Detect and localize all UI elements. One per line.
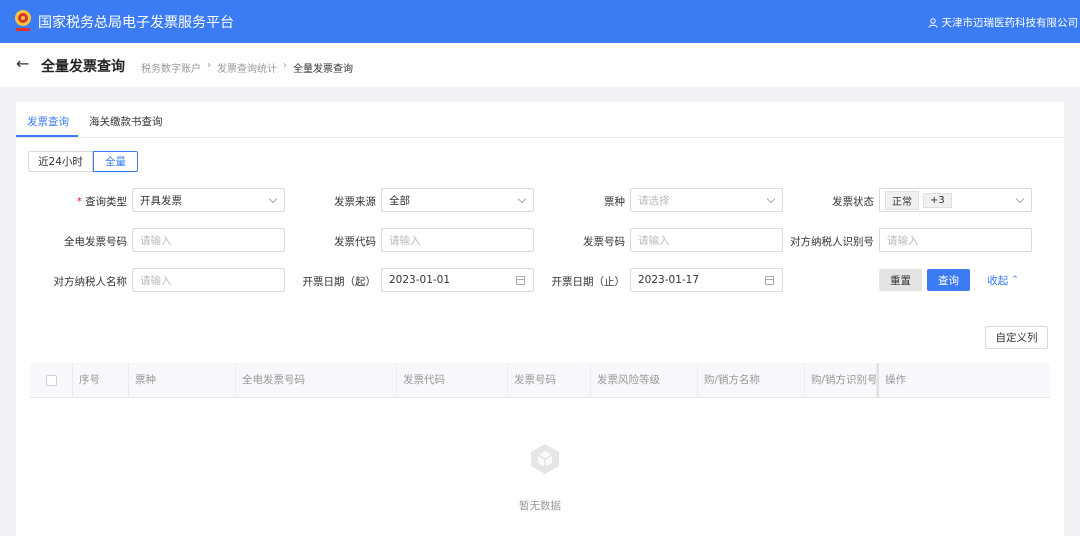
tab-customs-payment-query[interactable]: 海关缴款书查询 [89, 114, 163, 129]
breadcrumb-current: 全量发票查询 [293, 64, 353, 75]
breadcrumb-item[interactable]: 发票查询统计 [217, 60, 277, 75]
user-company-name: 天津市迈瑞医药科技有限公司 [941, 17, 1079, 29]
invoice-no-input[interactable]: 请输入 [630, 228, 783, 252]
page-header: ← 全量发票查询 税务数字账户 › 发票查询统计 › 全量发票查询 [0, 43, 1080, 87]
empty-state-text: 暂无数据 [519, 500, 561, 512]
query-type-label: * 查询类型 [16, 194, 127, 209]
query-button[interactable]: 查询 [927, 269, 970, 291]
app-title: 国家税务总局电子发票服务平台 [38, 15, 234, 31]
column-header: 发票风险等级 [591, 363, 698, 398]
invoice-code-input[interactable]: 请输入 [381, 228, 534, 252]
ticket-type-placeholder: 请选择 [638, 194, 670, 207]
column-header: 全电发票号码 [236, 363, 397, 398]
breadcrumb-item[interactable]: 税务数字账户 [141, 60, 201, 75]
counter-taxid-input[interactable]: 请输入 [879, 228, 1032, 252]
date-to-value: 2023-01-17 [638, 274, 700, 286]
date-to-label: 开票日期（止） [551, 276, 626, 288]
custom-columns-button[interactable]: 自定义列 [985, 326, 1048, 349]
breadcrumb-separator-icon: › [207, 60, 211, 71]
breadcrumb-separator-icon: › [283, 60, 287, 71]
full-invoice-no-label: 全电发票号码 [64, 236, 127, 248]
active-tab-indicator [16, 135, 78, 137]
query-type-value: 开具发票 [140, 194, 182, 207]
column-header: 发票号码 [508, 363, 591, 398]
chevron-up-icon: ⌃ [1011, 275, 1019, 285]
date-from-label: 开票日期（起） [302, 276, 377, 288]
page-title: 全量发票查询 [41, 59, 125, 75]
column-header: 购/销方名称 [698, 363, 805, 398]
counter-taxid-label: 对方纳税人识别号 [790, 236, 874, 248]
date-from-value: 2023-01-01 [389, 274, 451, 286]
user-menu[interactable]: 天津市迈瑞医药科技有限公司 [928, 15, 1079, 30]
column-header: 票种 [129, 363, 236, 398]
query-type-label-text: 查询类型 [85, 196, 127, 208]
calendar-icon [765, 276, 774, 285]
date-from-picker[interactable]: 2023-01-01 [381, 268, 534, 292]
status-multiselect[interactable]: 正常 +3 [879, 188, 1032, 212]
top-bar: 国家税务总局电子发票服务平台 天津市迈瑞医药科技有限公司 [0, 0, 1080, 43]
ticket-type-select[interactable]: 请选择 [630, 188, 783, 212]
status-tag: 正常 [885, 190, 919, 210]
invoice-no-label: 发票号码 [583, 236, 625, 248]
column-header: 发票代码 [397, 363, 508, 398]
breadcrumb: 税务数字账户 › 发票查询统计 › 全量发票查询 [141, 60, 353, 75]
ticket-type-label: 票种 [604, 196, 625, 208]
source-label: 发票来源 [334, 196, 376, 208]
source-value: 全部 [389, 194, 410, 207]
counter-name-label: 对方纳税人名称 [53, 276, 128, 288]
table-header: 序号 票种 全电发票号码 发票代码 发票号码 发票风险等级 购/销方名称 购/销… [30, 363, 1050, 398]
empty-box-icon [531, 444, 559, 474]
collapse-label: 收起 [987, 274, 1009, 287]
required-mark: * [76, 196, 82, 208]
select-all-checkbox[interactable] [46, 375, 57, 386]
invoice-code-label: 发票代码 [334, 236, 376, 248]
tab-bar: 发票查询 海关缴款书查询 [16, 102, 1064, 138]
column-header: 购/销方识别号 [805, 363, 877, 398]
select-all-cell [30, 363, 73, 398]
collapse-button[interactable]: 收起 ⌃ [981, 269, 1025, 291]
tax-emblem-icon [15, 10, 31, 31]
main-panel: 发票查询 海关缴款书查询 近24小时 全量 * 查询类型 开具发票 发票来源 全部… [16, 102, 1064, 536]
range-all[interactable]: 全量 [93, 151, 138, 172]
column-header: 序号 [73, 363, 129, 398]
status-more-tag: +3 [923, 192, 952, 208]
full-invoice-no-input[interactable]: 请输入 [132, 228, 285, 252]
tab-invoice-query[interactable]: 发票查询 [27, 114, 69, 129]
column-header: 操作 [877, 363, 1050, 398]
source-select[interactable]: 全部 [381, 188, 534, 212]
date-to-picker[interactable]: 2023-01-17 [630, 268, 783, 292]
status-label: 发票状态 [832, 196, 874, 208]
counter-name-input[interactable]: 请输入 [132, 268, 285, 292]
chevron-down-icon [1015, 194, 1025, 204]
query-type-select[interactable]: 开具发票 [132, 188, 285, 212]
reset-button[interactable]: 重置 [879, 269, 922, 291]
range-last-24h[interactable]: 近24小时 [28, 151, 93, 172]
back-arrow-icon[interactable]: ← [16, 54, 29, 73]
user-icon [928, 17, 937, 28]
